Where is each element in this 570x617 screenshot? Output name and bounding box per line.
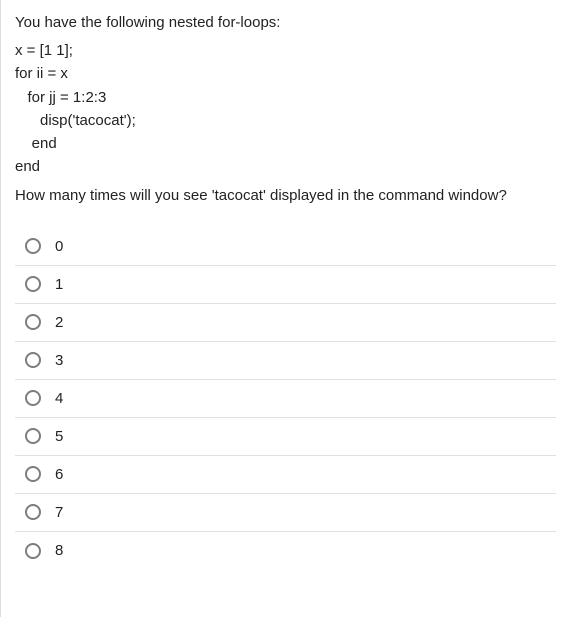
option-label: 5 [55, 428, 63, 445]
radio-icon[interactable] [25, 314, 41, 330]
option-label: 7 [55, 504, 63, 521]
option-row[interactable]: 3 [15, 342, 556, 380]
radio-icon[interactable] [25, 466, 41, 482]
option-row[interactable]: 8 [15, 532, 556, 570]
radio-icon[interactable] [25, 276, 41, 292]
option-label: 6 [55, 466, 63, 483]
options-list: 0 1 2 3 4 5 6 7 [15, 228, 556, 570]
option-label: 4 [55, 390, 63, 407]
radio-icon[interactable] [25, 543, 41, 559]
option-row[interactable]: 1 [15, 266, 556, 304]
option-row[interactable]: 2 [15, 304, 556, 342]
option-row[interactable]: 0 [15, 228, 556, 266]
question-code: x = [1 1]; for ii = x for jj = 1:2:3 dis… [15, 39, 556, 179]
option-label: 2 [55, 314, 63, 331]
option-label: 8 [55, 542, 63, 559]
option-label: 3 [55, 352, 63, 369]
option-label: 0 [55, 238, 63, 255]
question-intro: You have the following nested for-loops: [15, 14, 556, 31]
option-row[interactable]: 5 [15, 418, 556, 456]
radio-icon[interactable] [25, 390, 41, 406]
radio-icon[interactable] [25, 504, 41, 520]
radio-icon[interactable] [25, 428, 41, 444]
radio-icon[interactable] [25, 352, 41, 368]
question-container: You have the following nested for-loops:… [0, 0, 570, 617]
option-label: 1 [55, 276, 63, 293]
option-row[interactable]: 7 [15, 494, 556, 532]
question-prompt: How many times will you see 'tacocat' di… [15, 187, 556, 204]
radio-icon[interactable] [25, 238, 41, 254]
option-row[interactable]: 6 [15, 456, 556, 494]
option-row[interactable]: 4 [15, 380, 556, 418]
